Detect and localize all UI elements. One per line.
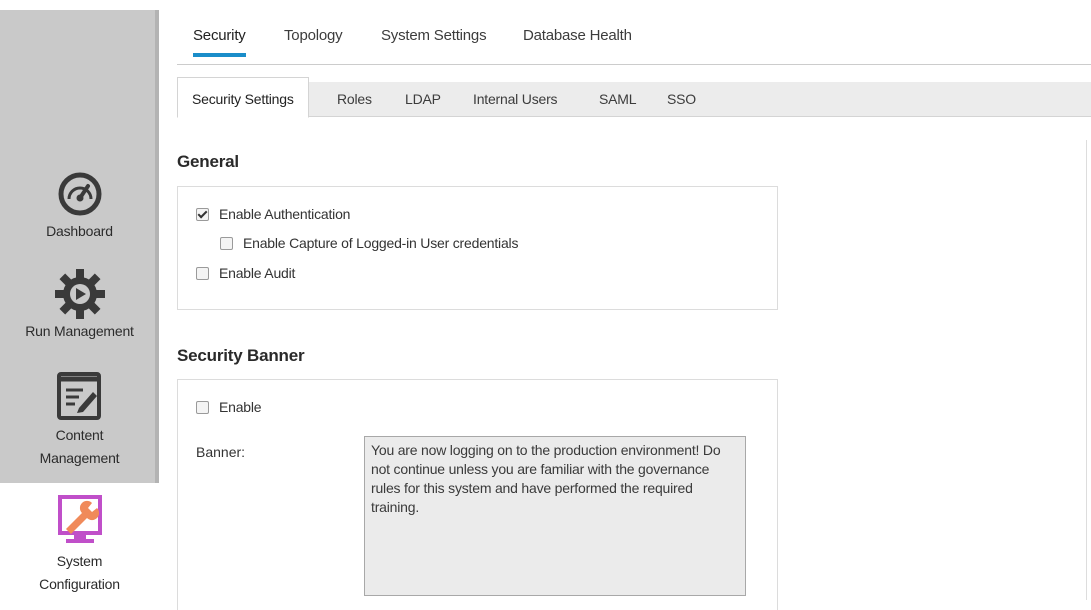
tab-security-settings[interactable]: Security Settings <box>177 77 309 118</box>
banner-enable-row: Enable <box>196 399 262 415</box>
banner-field-label: Banner: <box>196 444 246 460</box>
sidebar-item-label-line1: System <box>56 553 103 569</box>
general-section-title: General <box>177 152 239 171</box>
sub-tab-bar: Security Settings Roles LDAP Internal Us… <box>177 77 1091 118</box>
sidebar-item-label-line2: Configuration <box>39 576 120 592</box>
tab-saml[interactable]: SAML <box>599 82 637 116</box>
tab-topology[interactable]: Topology <box>284 27 343 57</box>
capture-credentials-checkbox[interactable] <box>220 236 233 250</box>
sidebar-item-run-management[interactable]: Run Management <box>0 268 159 343</box>
general-panel: Enable Authentication Enable Capture of … <box>177 186 778 310</box>
wrench-monitor-icon <box>57 495 102 543</box>
tab-system-settings[interactable]: System Settings <box>381 27 487 57</box>
tab-sso[interactable]: SSO <box>667 82 696 116</box>
enable-audit-row: Enable Audit <box>196 265 295 281</box>
top-tab-bar: Security Topology System Settings Databa… <box>177 14 1091 65</box>
sidebar: Dashboard Run Management Content Managem… <box>0 0 159 600</box>
banner-enable-checkbox[interactable] <box>196 400 209 414</box>
security-banner-section-title: Security Banner <box>177 346 305 365</box>
sidebar-item-label-line2: Management <box>39 450 120 466</box>
enable-authentication-row: Enable Authentication <box>196 206 350 222</box>
sidebar-item-label: Run Management <box>25 323 134 339</box>
banner-text-field[interactable]: You are now logging on to the production… <box>364 436 746 596</box>
tab-database-health[interactable]: Database Health <box>523 27 632 57</box>
security-banner-panel: Enable Banner: You are now logging on to… <box>177 379 778 610</box>
sidebar-item-content-management[interactable]: Content Management <box>0 370 159 470</box>
enable-authentication-checkbox[interactable] <box>196 207 209 221</box>
sidebar-item-dashboard[interactable]: Dashboard <box>0 170 159 243</box>
sidebar-item-system-configuration[interactable]: System Configuration <box>0 495 159 596</box>
tab-security[interactable]: Security <box>193 27 246 57</box>
tab-internal-users[interactable]: Internal Users <box>473 82 558 116</box>
sidebar-item-label-line1: Content <box>55 427 104 443</box>
speedometer-icon <box>58 172 101 216</box>
banner-enable-label[interactable]: Enable <box>219 399 262 415</box>
enable-audit-checkbox[interactable] <box>196 266 209 280</box>
tab-roles[interactable]: Roles <box>337 82 372 116</box>
tab-ldap[interactable]: LDAP <box>405 82 441 116</box>
capture-credentials-label[interactable]: Enable Capture of Logged-in User credent… <box>243 235 518 251</box>
document-edit-icon <box>56 372 101 420</box>
enable-audit-label[interactable]: Enable Audit <box>219 265 295 281</box>
content-right-border <box>1086 140 1087 600</box>
gear-play-icon <box>54 269 105 319</box>
sidebar-item-label: Dashboard <box>46 223 113 239</box>
enable-authentication-label[interactable]: Enable Authentication <box>219 206 350 222</box>
capture-credentials-row: Enable Capture of Logged-in User credent… <box>220 235 518 251</box>
